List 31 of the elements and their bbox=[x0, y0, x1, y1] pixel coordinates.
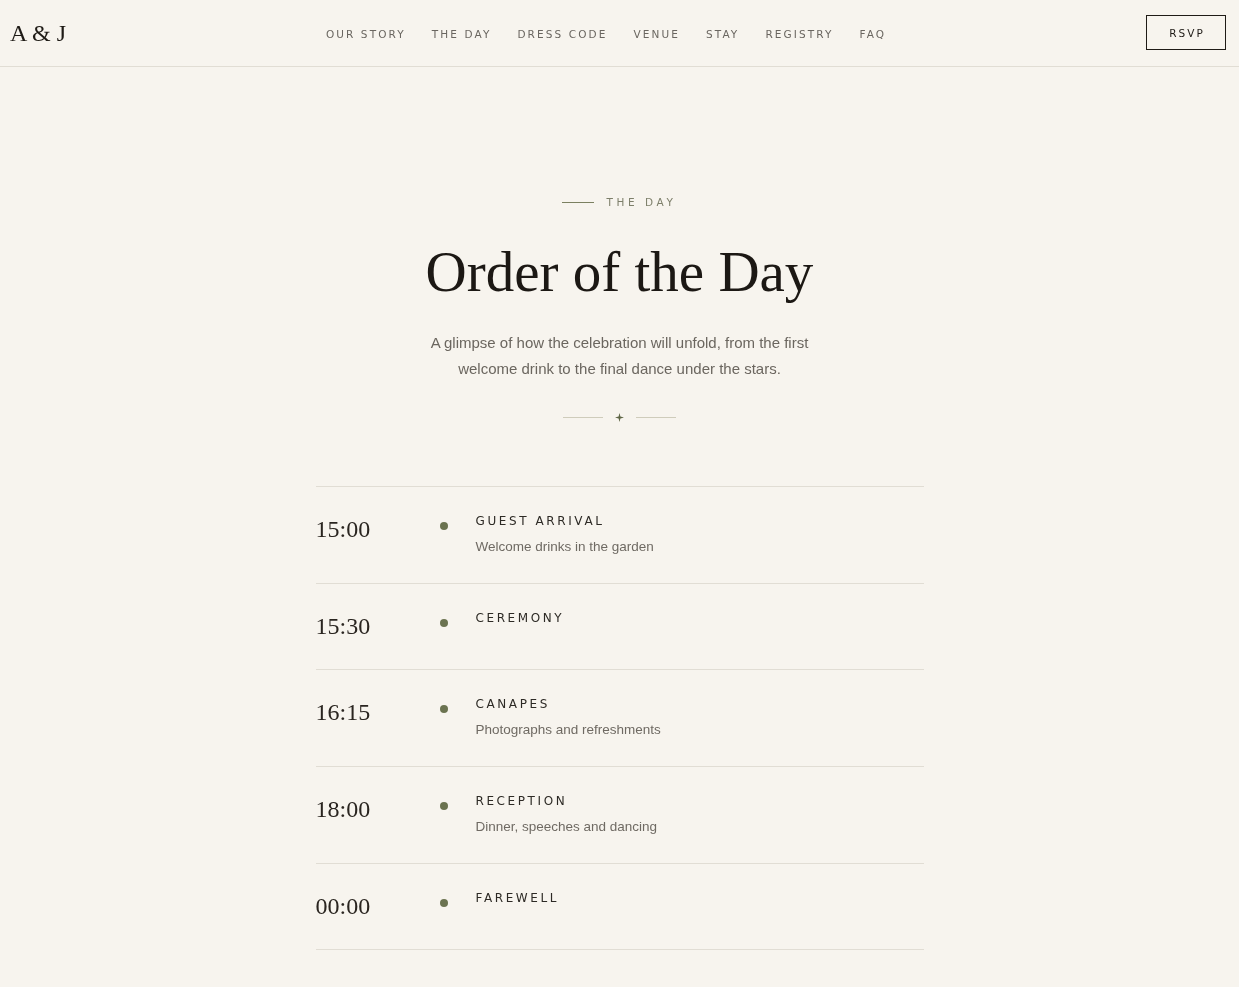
section-title: Order of the Day bbox=[425, 239, 814, 305]
dot-icon bbox=[439, 619, 448, 627]
dot-icon bbox=[439, 802, 448, 810]
nav-link[interactable]: REGISTRY bbox=[765, 28, 834, 40]
dot-icon bbox=[439, 899, 448, 907]
event-title: RECEPTION bbox=[475, 793, 568, 809]
event-time: 16:15 bbox=[315, 698, 371, 727]
nav-link[interactable]: OUR STORY bbox=[325, 28, 406, 40]
nav-link[interactable]: FAQ bbox=[859, 28, 887, 40]
event-time: 15:30 bbox=[315, 612, 371, 641]
logo[interactable]: A & J bbox=[10, 19, 66, 47]
event-description: Dinner, speeches and dancing bbox=[475, 818, 658, 836]
dot-icon bbox=[439, 705, 448, 713]
section-eyebrow: THE DAY bbox=[606, 195, 677, 209]
event-time: 15:00 bbox=[315, 515, 371, 544]
event-time: 00:00 bbox=[315, 892, 371, 921]
section-description: A glimpse of how the celebration will unfold, from the first welcome drink to the final dance under the stars. bbox=[429, 333, 810, 379]
nav-link[interactable]: THE DAY bbox=[431, 28, 492, 40]
nav-link[interactable]: STAY bbox=[705, 28, 740, 40]
rsvp-button[interactable]: RSVP bbox=[1146, 15, 1226, 50]
sparkle-icon bbox=[615, 413, 624, 422]
event-title: FAREWELL bbox=[475, 890, 560, 906]
event-description: Photographs and refreshments bbox=[475, 721, 661, 739]
nav-link[interactable]: DRESS CODE bbox=[517, 28, 608, 40]
event-time: 18:00 bbox=[315, 795, 371, 824]
event-title: CEREMONY bbox=[475, 610, 565, 626]
dot-icon bbox=[439, 522, 448, 530]
event-title: CANAPES bbox=[475, 696, 550, 712]
nav-link[interactable]: VENUE bbox=[633, 28, 680, 40]
event-title: GUEST ARRIVAL bbox=[475, 513, 605, 529]
event-description: Welcome drinks in the garden bbox=[475, 538, 654, 556]
